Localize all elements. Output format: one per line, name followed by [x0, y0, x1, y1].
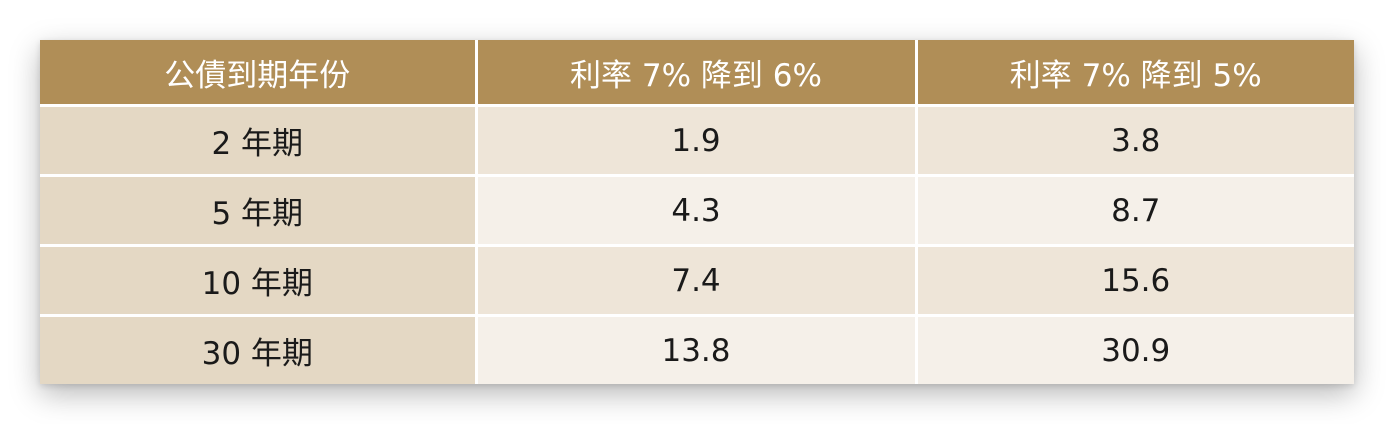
bond-price-table-card: 公債到期年份 利率 7% 降到 6% 利率 7% 降到 5% 2 年期 1.9 … [40, 40, 1354, 384]
row-value-to-6: 7.4 [474, 244, 918, 317]
row-value-to-6: 13.8 [474, 314, 918, 384]
table-row: 5 年期 4.3 8.7 [40, 174, 1354, 247]
row-term-label: 2 年期 [40, 104, 478, 177]
table-row: 10 年期 7.4 15.6 [40, 244, 1354, 317]
row-value-to-5: 15.6 [914, 244, 1354, 317]
row-value-to-5: 30.9 [914, 314, 1354, 384]
row-value-to-5: 3.8 [914, 104, 1354, 177]
row-term-label: 5 年期 [40, 174, 478, 247]
table-header-row: 公債到期年份 利率 7% 降到 6% 利率 7% 降到 5% [40, 40, 1354, 107]
row-value-to-6: 4.3 [474, 174, 918, 247]
bond-price-table: 公債到期年份 利率 7% 降到 6% 利率 7% 降到 5% 2 年期 1.9 … [40, 40, 1354, 384]
table-row: 30 年期 13.8 30.9 [40, 314, 1354, 384]
row-term-label: 30 年期 [40, 314, 478, 384]
table-row: 2 年期 1.9 3.8 [40, 104, 1354, 177]
header-rate-to-5: 利率 7% 降到 5% [914, 40, 1354, 107]
row-value-to-6: 1.9 [474, 104, 918, 177]
header-rate-to-6: 利率 7% 降到 6% [474, 40, 918, 107]
row-value-to-5: 8.7 [914, 174, 1354, 247]
row-term-label: 10 年期 [40, 244, 478, 317]
header-maturity: 公債到期年份 [40, 40, 478, 107]
